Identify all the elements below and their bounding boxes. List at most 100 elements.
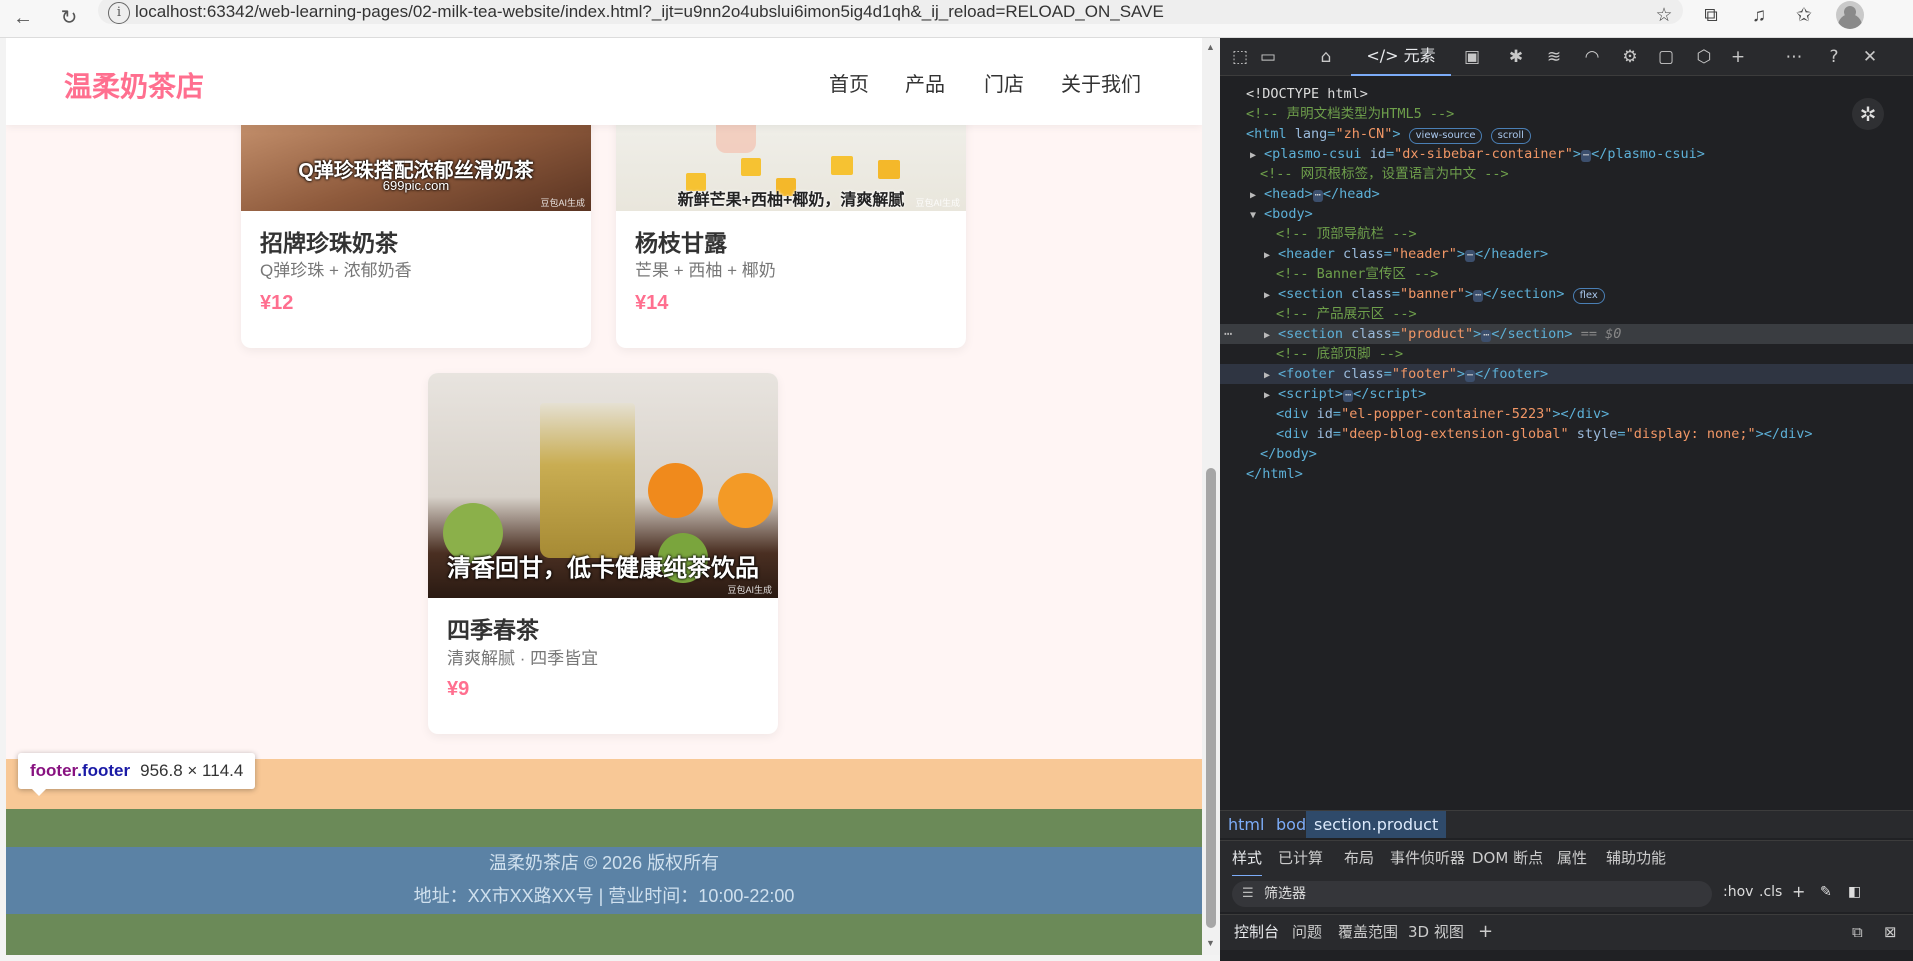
crumb-html[interactable]: html bbox=[1220, 811, 1272, 838]
inspect-icon[interactable]: ⬚ bbox=[1228, 46, 1252, 68]
add-tool-icon[interactable]: + bbox=[1726, 46, 1750, 68]
dom-comment[interactable]: <!-- 产品展示区 --> bbox=[1220, 304, 1913, 324]
dom-div-extension[interactable]: <div id="deep-blog-extension-global" sty… bbox=[1220, 424, 1913, 444]
console-icon[interactable]: ▣ bbox=[1460, 46, 1484, 68]
page-viewport: 温柔奶茶店 首页 产品 门店 关于我们 Q弹珍珠搭配浓郁丝滑奶茶 699pic.… bbox=[6, 38, 1202, 955]
info-icon[interactable]: i bbox=[108, 2, 130, 24]
node-menu-icon[interactable]: ⋯ bbox=[1224, 324, 1232, 344]
tab-3d-view[interactable]: 3D 视图 bbox=[1408, 915, 1464, 951]
crumb-section-product[interactable]: section.product bbox=[1306, 811, 1447, 838]
page-scrollbar[interactable]: ▲ ▼ bbox=[1202, 38, 1220, 955]
nav-stores[interactable]: 门店 bbox=[984, 68, 1024, 97]
tab-styles[interactable]: 样式 bbox=[1232, 841, 1263, 877]
browser-toolbar: ← ↻ i localhost:63342/web-learning-pages… bbox=[0, 0, 1913, 38]
dom-section-product[interactable]: ⋯ ▶ <section class="product"> ⋯ </section> =… bbox=[1220, 324, 1913, 344]
cls-toggle[interactable]: .cls bbox=[1759, 884, 1782, 900]
dom-script[interactable]: ▶ <script> ⋯ </script> bbox=[1220, 384, 1913, 404]
nav-home[interactable]: 首页 bbox=[829, 68, 869, 97]
inspect-tooltip: footer.footer 956.8 × 114.4 bbox=[18, 753, 256, 796]
add-drawer-tab-icon[interactable]: + bbox=[1478, 915, 1493, 951]
dom-comment[interactable]: <!-- 网页根标签，设置语言为中文 --> bbox=[1220, 164, 1913, 184]
dom-comment[interactable]: <!-- 顶部导航栏 --> bbox=[1220, 224, 1913, 244]
welcome-home-icon[interactable]: ⌂ bbox=[1314, 46, 1338, 68]
product-card[interactable]: 清香回甘，低卡健康纯茶饮品 豆包AI生成 四季春茶 清爽解腻 · 四季皆宜 ¥9 bbox=[428, 373, 778, 734]
drawer-tabbar: 控制台 问题 覆盖范围 3D 视图 + ⧉ ⊠ bbox=[1220, 914, 1913, 950]
badge-view-source[interactable]: view-source bbox=[1408, 128, 1483, 144]
tab-coverage[interactable]: 覆盖范围 bbox=[1338, 915, 1398, 951]
more-icon[interactable]: ⋯ bbox=[1782, 46, 1806, 68]
back-icon[interactable]: ← bbox=[8, 3, 38, 33]
dom-head[interactable]: ▶ <head> ⋯ </head> bbox=[1220, 184, 1913, 204]
hov-toggle[interactable]: :hov bbox=[1723, 884, 1753, 900]
tab-issues[interactable]: 问题 bbox=[1292, 915, 1322, 951]
dom-comment[interactable]: <!-- Banner宣传区 --> bbox=[1220, 264, 1913, 284]
dom-body-close[interactable]: </body> bbox=[1220, 444, 1913, 464]
tab-dom-breakpoints[interactable]: DOM 断点 bbox=[1472, 841, 1543, 877]
close-drawer-icon[interactable]: ⊠ bbox=[1884, 915, 1897, 951]
reload-icon[interactable]: ↻ bbox=[54, 3, 84, 33]
new-rule-icon[interactable]: + bbox=[1792, 882, 1805, 901]
tab-layout[interactable]: 布局 bbox=[1344, 841, 1374, 877]
nav-products[interactable]: 产品 bbox=[905, 68, 945, 97]
close-devtools-icon[interactable]: ✕ bbox=[1858, 46, 1882, 68]
url-text[interactable]: localhost:63342/web-learning-pages/02-mi… bbox=[135, 2, 1164, 22]
dom-tree: <!DOCTYPE html> <!-- 声明文档类型为HTML5 --> <h… bbox=[1220, 78, 1913, 848]
product-price: ¥9 bbox=[447, 678, 470, 700]
site-logo[interactable]: 温柔奶茶店 bbox=[64, 65, 204, 105]
dom-comment[interactable]: <!-- 底部页脚 --> bbox=[1220, 344, 1913, 364]
dom-html[interactable]: <html lang="zh-CN"> view-source scroll bbox=[1220, 124, 1913, 144]
help-icon[interactable]: ? bbox=[1822, 46, 1846, 68]
application-icon[interactable]: ▢ bbox=[1654, 46, 1678, 68]
tab-computed[interactable]: 已计算 bbox=[1278, 841, 1323, 877]
devtools-panel: ⬚ ▭ ⌂ </> 元素 ▣ ✱ ≋ ◠ ⚙ ▢ ⬡ + ⋯ ? ✕ <!DOC… bbox=[1220, 38, 1913, 961]
sidebar-toggle-icon[interactable]: ◧ bbox=[1848, 884, 1861, 900]
tab-elements[interactable]: </> 元素 bbox=[1351, 38, 1451, 76]
scroll-up-icon[interactable]: ▲ bbox=[1206, 42, 1215, 52]
nav-about[interactable]: 关于我们 bbox=[1061, 68, 1141, 97]
dom-div-popper[interactable]: <div id="el-popper-container-5223"></div… bbox=[1220, 404, 1913, 424]
scroll-down-icon[interactable]: ▼ bbox=[1206, 938, 1215, 948]
styles-filter-input[interactable]: 筛选器 bbox=[1232, 881, 1712, 907]
device-icon[interactable]: ▭ bbox=[1256, 46, 1280, 68]
tooltip-class: .footer bbox=[77, 761, 131, 780]
tab-console[interactable]: 控制台 bbox=[1234, 915, 1279, 951]
performance-icon[interactable]: ◠ bbox=[1580, 46, 1604, 68]
dom-doctype[interactable]: <!DOCTYPE html> bbox=[1220, 84, 1913, 104]
image-watermark: 豆包AI生成 bbox=[540, 198, 585, 208]
badge-scroll[interactable]: scroll bbox=[1490, 128, 1531, 144]
3d-cube-icon[interactable]: ⬡ bbox=[1692, 46, 1716, 68]
styles-tabbar: 样式 已计算 布局 事件侦听器 DOM 断点 属性 辅助功能 bbox=[1220, 840, 1913, 877]
product-name: 杨枝甘露 bbox=[635, 230, 727, 256]
dom-plasmo[interactable]: ▶ <plasmo-csui id="dx-sibebar-container">… bbox=[1220, 144, 1913, 164]
dock-icon[interactable]: ⧉ bbox=[1852, 915, 1863, 951]
tooltip-size: 956.8 × 114.4 bbox=[140, 761, 244, 780]
media-icon[interactable]: ♫ bbox=[1745, 2, 1773, 30]
dom-footer[interactable]: ▶ <footer class="footer"> ⋯ </footer> bbox=[1220, 364, 1913, 384]
network-wifi-icon[interactable]: ≋ bbox=[1542, 46, 1566, 68]
tab-accessibility[interactable]: 辅助功能 bbox=[1606, 841, 1666, 877]
tooltip-tag: footer bbox=[30, 761, 78, 780]
sources-bug-icon[interactable]: ✱ bbox=[1504, 46, 1528, 68]
paint-icon[interactable]: ✎ bbox=[1820, 884, 1832, 900]
image-watermark: 豆包AI生成 bbox=[915, 198, 960, 208]
dom-header[interactable]: ▶ <header class="header"> ⋯ </header> bbox=[1220, 244, 1913, 264]
breadcrumb: html body section.product bbox=[1220, 810, 1913, 838]
tab-event-listeners[interactable]: 事件侦听器 bbox=[1390, 841, 1465, 877]
dom-html-close[interactable]: </html> bbox=[1220, 464, 1913, 484]
dom-body[interactable]: ▼ <body> bbox=[1220, 204, 1913, 224]
tab-properties[interactable]: 属性 bbox=[1557, 841, 1587, 877]
memory-icon[interactable]: ⚙ bbox=[1618, 46, 1642, 68]
image-caption: 清香回甘，低卡健康纯茶饮品 bbox=[447, 553, 759, 582]
scroll-thumb[interactable] bbox=[1206, 468, 1216, 928]
dom-section-banner[interactable]: ▶ <section class="banner"> ⋯ </section> fle… bbox=[1220, 284, 1913, 304]
favorite-star-icon[interactable]: ☆ bbox=[1650, 2, 1678, 30]
badge-flex[interactable]: flex bbox=[1572, 288, 1605, 304]
accessibility-close-icon[interactable]: ✲ bbox=[1852, 98, 1884, 130]
product-desc: 芒果 + 西柚 + 椰奶 bbox=[635, 261, 776, 280]
dom-comment[interactable]: <!-- 声明文档类型为HTML5 --> bbox=[1220, 104, 1913, 124]
product-desc: 清爽解腻 · 四季皆宜 bbox=[447, 649, 599, 668]
avatar[interactable] bbox=[1836, 1, 1864, 29]
extensions-icon[interactable]: ⧉ bbox=[1697, 2, 1725, 30]
favorites-icon[interactable]: ✩ bbox=[1790, 2, 1818, 30]
footer-address: 地址：XX市XX路XX号 | 营业时间：10:00-22:00 bbox=[413, 886, 795, 906]
